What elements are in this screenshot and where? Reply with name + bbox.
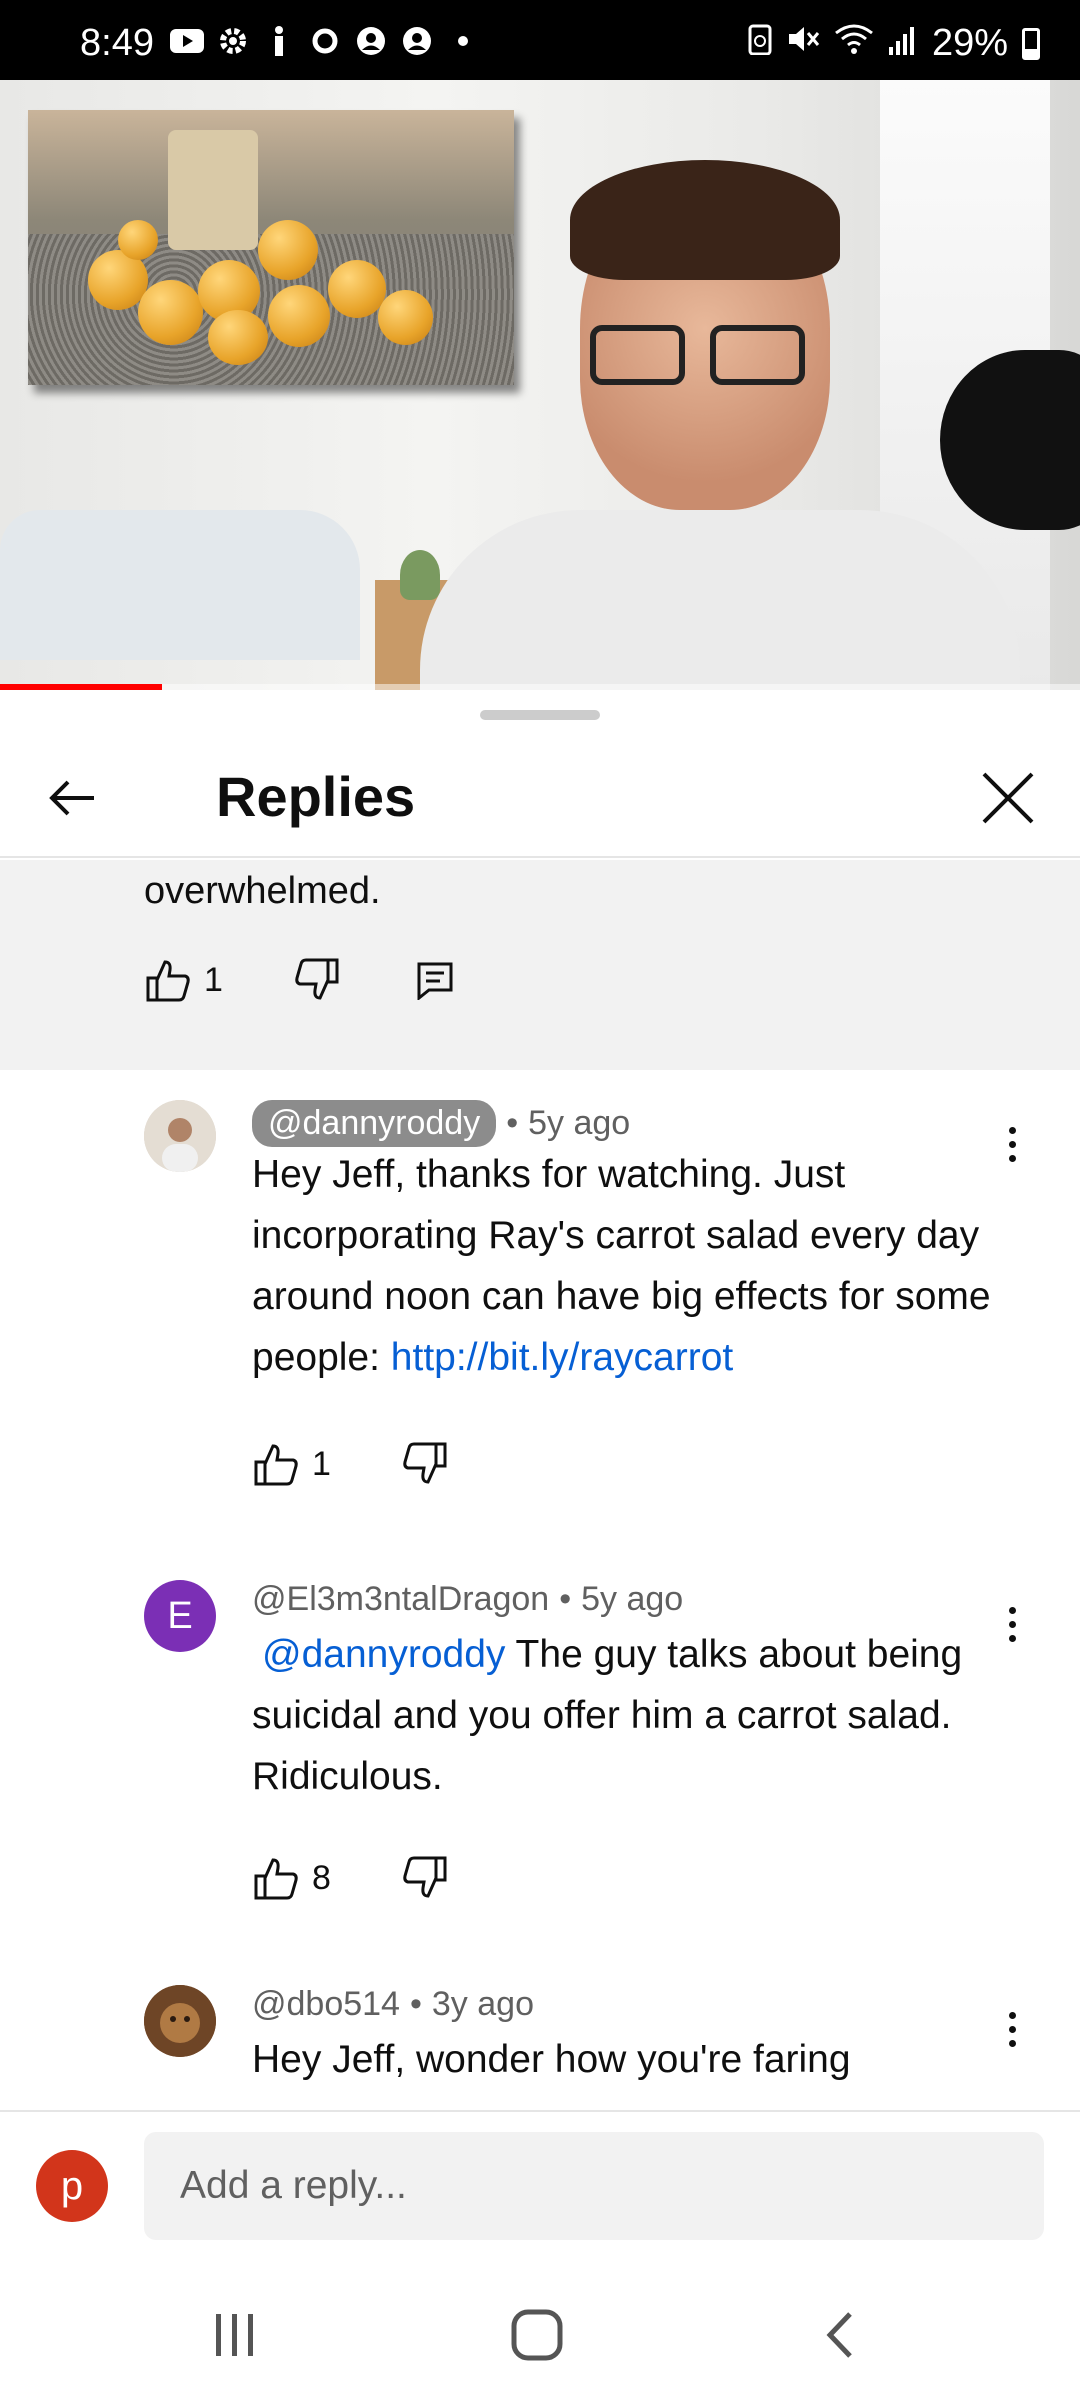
- comment-text: Hey Jeff, wonder how you're faring: [252, 2038, 851, 2081]
- wifi-icon: [834, 22, 874, 65]
- comment-author-chip[interactable]: @dannyroddy: [252, 1100, 497, 1147]
- parent-comment: overwhelmed. 1: [0, 860, 1080, 1070]
- video-frame-plant: [400, 550, 440, 600]
- video-person-shirt: [420, 510, 1020, 690]
- video-player[interactable]: [0, 80, 1080, 690]
- thumbs-down-icon: [293, 956, 341, 1004]
- separator-dot: •: [559, 1580, 572, 1618]
- reply-item: E @El3m3ntalDragon • 5y ago @dannyroddy …: [0, 1580, 1080, 1900]
- parent-comment-text: overwhelmed.: [144, 870, 381, 912]
- signal-icon: [888, 22, 918, 65]
- battery-percent: 29%: [931, 22, 1008, 64]
- reply-button[interactable]: [411, 956, 459, 1004]
- recent-apps-button[interactable]: [190, 2300, 280, 2370]
- battery-icon: [1022, 27, 1040, 60]
- more-options-button[interactable]: [992, 1594, 1032, 1654]
- drag-handle[interactable]: [480, 710, 600, 720]
- avatar-letter: E: [167, 1594, 193, 1637]
- close-button[interactable]: [966, 756, 1050, 840]
- youtube-notification-icon: [170, 26, 204, 56]
- comment-text: @dannyroddy The guy talks about being su…: [252, 1624, 992, 1807]
- like-button[interactable]: 1: [144, 956, 223, 1004]
- like-count: 8: [312, 1858, 331, 1897]
- thumbs-up-icon: [252, 1440, 300, 1488]
- reply-comment-icon: [411, 956, 459, 1004]
- reply-item: @dannyroddy • 5y ago Hey Jeff, thanks fo…: [0, 1100, 1080, 1486]
- video-person-glasses: [590, 325, 820, 385]
- battery-saver-icon: [748, 22, 772, 65]
- separator-dot: •: [506, 1104, 519, 1142]
- like-button[interactable]: 8: [252, 1854, 331, 1902]
- video-frame-bed: [0, 510, 360, 660]
- settings-icon: [216, 26, 250, 56]
- back-arrow-icon: [49, 780, 94, 816]
- back-button[interactable]: [30, 756, 114, 840]
- home-button[interactable]: [492, 2300, 582, 2370]
- comment-age: 5y ago: [581, 1580, 684, 1618]
- sheet-header: Replies: [0, 730, 1080, 858]
- avatar[interactable]: [144, 1100, 216, 1172]
- account-icon: [354, 26, 388, 56]
- user-avatar-letter: p: [60, 2163, 84, 2208]
- back-chevron-icon: [826, 2312, 852, 2358]
- separator-dot: •: [409, 1985, 422, 2023]
- like-button[interactable]: 1: [252, 1440, 331, 1488]
- sheet-title: Replies: [216, 765, 416, 828]
- account-icon: [400, 26, 434, 56]
- like-count: 1: [312, 1444, 331, 1483]
- status-bar: 8:49 29%: [0, 0, 1080, 80]
- dot-icon: [446, 26, 480, 56]
- dislike-button[interactable]: [293, 956, 341, 1004]
- dislike-button[interactable]: [401, 1440, 449, 1488]
- more-options-button[interactable]: [992, 1114, 1032, 1174]
- sync-icon: [308, 26, 342, 56]
- video-inset-image: [28, 110, 514, 385]
- avatar[interactable]: [144, 1985, 216, 2057]
- user-avatar[interactable]: p: [36, 2150, 108, 2222]
- dislike-button[interactable]: [401, 1854, 449, 1902]
- thumbs-up-icon: [252, 1854, 300, 1902]
- thumbs-down-icon: [401, 1440, 449, 1488]
- home-icon: [511, 2309, 563, 2361]
- reply-item: @dbo514 • 3y ago Hey Jeff, wonder how yo…: [0, 1985, 1080, 2115]
- more-options-button[interactable]: [992, 1999, 1032, 2059]
- back-nav-button[interactable]: [795, 2300, 885, 2370]
- recent-apps-icon: [216, 2314, 253, 2356]
- reply-bar: p Add a reply...: [0, 2110, 1080, 2270]
- comment-mention[interactable]: @dannyroddy: [262, 1633, 505, 1676]
- thumbs-up-icon: [144, 956, 192, 1004]
- reply-input-placeholder: Add a reply...: [180, 2164, 407, 2207]
- status-time: 8:49: [80, 22, 154, 64]
- like-count: 1: [204, 960, 223, 999]
- comment-text: Hey Jeff, thanks for watching. Just inco…: [252, 1144, 992, 1388]
- reply-input[interactable]: Add a reply...: [144, 2132, 1044, 2240]
- avatar[interactable]: E: [144, 1580, 216, 1652]
- comment-age: 3y ago: [431, 1985, 534, 2023]
- close-icon: [982, 772, 1034, 824]
- video-person-hair: [570, 160, 840, 280]
- comment-author[interactable]: @El3m3ntalDragon: [252, 1580, 549, 1619]
- thumbs-down-icon: [401, 1854, 449, 1902]
- system-nav-bar: [0, 2270, 1080, 2400]
- comment-author[interactable]: @dbo514: [252, 1985, 400, 2024]
- comment-age: 5y ago: [528, 1104, 631, 1142]
- accessibility-icon: [262, 26, 296, 56]
- mute-icon: [786, 22, 820, 65]
- comment-link[interactable]: http://bit.ly/raycarrot: [391, 1336, 733, 1379]
